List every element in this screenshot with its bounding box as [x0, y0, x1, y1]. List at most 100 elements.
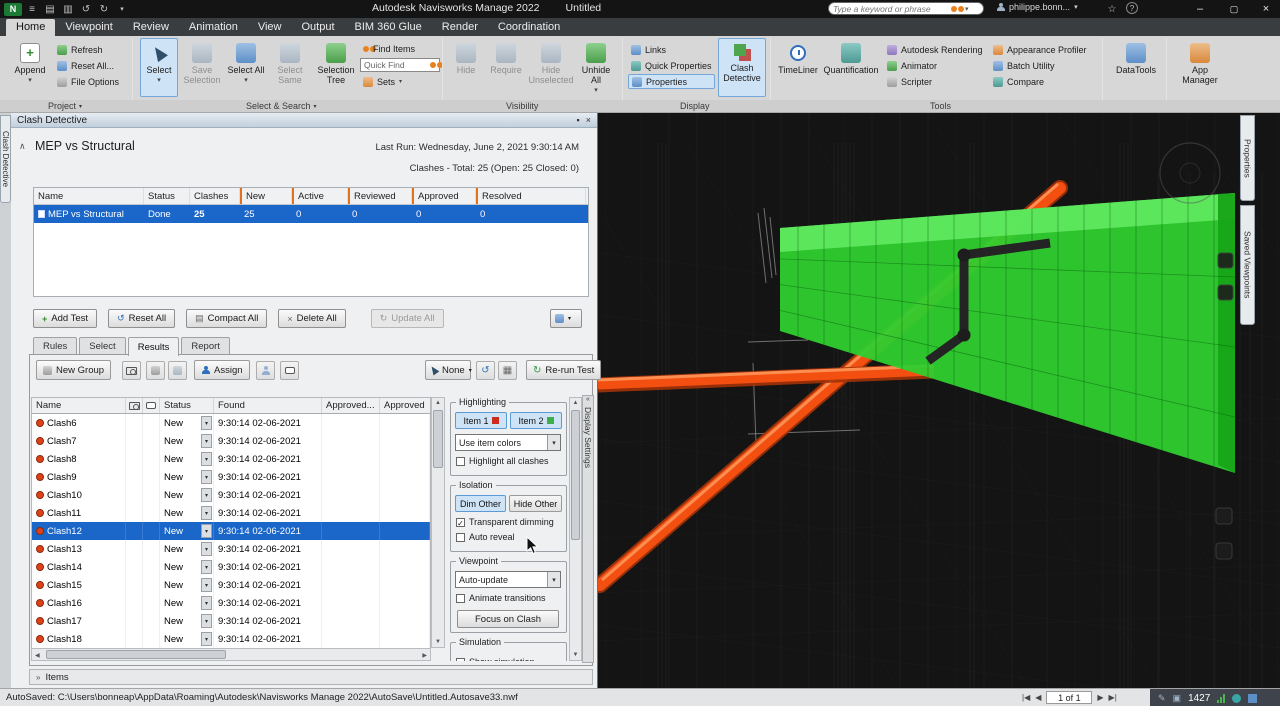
- ribbon-tab-render[interactable]: Render: [432, 19, 488, 36]
- status-dropdown[interactable]: ▾: [201, 560, 212, 574]
- ribbon-tab-animation[interactable]: Animation: [179, 19, 248, 36]
- highlight-item2-toggle[interactable]: Item 2: [510, 412, 562, 429]
- menu-icon[interactable]: ≡: [24, 2, 40, 16]
- clash-tab-select[interactable]: Select: [79, 337, 125, 355]
- clash-detective-button[interactable]: Clash Detective: [718, 38, 766, 97]
- tests-column-status[interactable]: Status: [144, 188, 190, 204]
- auto-reveal-checkbox[interactable]: Auto reveal: [456, 532, 561, 542]
- select-same-button[interactable]: Select Same: [268, 38, 312, 97]
- column-saved-viewpoint-icon[interactable]: [126, 398, 143, 413]
- tests-column-active[interactable]: Active: [292, 188, 348, 204]
- column-found[interactable]: Found: [214, 398, 322, 413]
- links-button[interactable]: Links: [628, 42, 715, 57]
- clash-row-clash8[interactable]: Clash8New▾9:30:14 02-06-2021: [32, 450, 430, 468]
- column-status[interactable]: Status: [160, 398, 214, 413]
- tests-column-approved[interactable]: Approved: [412, 188, 476, 204]
- tests-column-name[interactable]: Name: [34, 188, 144, 204]
- animator-button[interactable]: Animator: [884, 58, 986, 73]
- hide-other-toggle[interactable]: Hide Other: [509, 495, 562, 512]
- nav-prev-button[interactable]: ◀: [1035, 693, 1041, 702]
- explode-group-button[interactable]: [146, 361, 165, 380]
- project-group-label[interactable]: Project▾: [48, 101, 82, 111]
- new-group-button[interactable]: New Group: [36, 360, 111, 380]
- save-selection-button[interactable]: Save Selection: [180, 38, 224, 97]
- viewpoint-mode-select[interactable]: Auto-update▾: [455, 571, 561, 588]
- 3d-viewport[interactable]: [598, 113, 1280, 688]
- ribbon-tab-review[interactable]: Review: [123, 19, 179, 36]
- column-name[interactable]: Name: [32, 398, 126, 413]
- delete-all-button[interactable]: ×Delete All: [278, 309, 345, 328]
- properties-side-tab[interactable]: Properties: [1240, 115, 1255, 201]
- ribbon-tab-output[interactable]: Output: [292, 19, 345, 36]
- panel-pin-icon[interactable]: ▪: [577, 115, 580, 125]
- show-simulation-checkbox[interactable]: ✓Show simulation: [456, 657, 561, 661]
- clash-tab-rules[interactable]: Rules: [33, 337, 77, 355]
- nav-last-button[interactable]: ▶|: [1109, 693, 1117, 702]
- select-all-button[interactable]: Select All ▾: [226, 38, 266, 97]
- quantification-button[interactable]: Quantification: [822, 38, 880, 97]
- clash-row-clash6[interactable]: Clash6New▾9:30:14 02-06-2021: [32, 414, 430, 432]
- select-button[interactable]: Select ▾: [140, 38, 178, 97]
- close-button[interactable]: ×: [1252, 0, 1280, 18]
- clash-row-clash13[interactable]: Clash13New▾9:30:14 02-06-2021: [32, 540, 430, 558]
- status-dropdown[interactable]: ▾: [201, 632, 212, 646]
- filter-none-dropdown[interactable]: None▾: [425, 360, 471, 380]
- compact-all-button[interactable]: ▤Compact All: [186, 309, 267, 328]
- status-dropdown[interactable]: ▾: [201, 542, 212, 556]
- clash-row-clash9[interactable]: Clash9New▾9:30:14 02-06-2021: [32, 468, 430, 486]
- file-options-button[interactable]: File Options: [54, 74, 122, 89]
- select-search-group-label[interactable]: Select & Search▾: [246, 101, 317, 111]
- status-dropdown[interactable]: ▾: [201, 452, 212, 466]
- sets-button[interactable]: Sets▾: [360, 74, 440, 89]
- search-binoculars-icon[interactable]: [951, 6, 957, 12]
- quick-properties-button[interactable]: Quick Properties: [628, 58, 715, 73]
- animate-transitions-checkbox[interactable]: Animate transitions: [456, 593, 561, 603]
- infocenter-search[interactable]: ▾: [828, 2, 984, 15]
- items-bar[interactable]: » Items: [29, 669, 593, 685]
- dim-other-toggle[interactable]: Dim Other: [455, 495, 506, 512]
- search-dropdown-icon[interactable]: ▾: [965, 5, 969, 13]
- clash-row-clash17[interactable]: Clash17New▾9:30:14 02-06-2021: [32, 612, 430, 630]
- column-comments-icon[interactable]: [143, 398, 160, 413]
- clash-row-clash16[interactable]: Clash16New▾9:30:14 02-06-2021: [32, 594, 430, 612]
- status-dropdown[interactable]: ▾: [201, 488, 212, 502]
- quick-access-dropdown-icon[interactable]: ▾: [114, 2, 130, 16]
- highlight-all-checkbox[interactable]: Highlight all clashes: [456, 456, 561, 466]
- status-dropdown[interactable]: ▾: [201, 614, 212, 628]
- open-icon[interactable]: ▤: [42, 2, 58, 16]
- group-camera-button[interactable]: [122, 361, 141, 380]
- unhide-all-button[interactable]: Unhide All ▾: [576, 38, 616, 97]
- require-button[interactable]: Require: [486, 38, 526, 97]
- unassign-button[interactable]: [256, 361, 275, 380]
- clash-tab-results[interactable]: Results: [128, 337, 180, 356]
- saved-viewpoints-side-tab[interactable]: Saved Viewpoints: [1240, 205, 1255, 325]
- reset-all-button[interactable]: Reset All...: [54, 58, 122, 73]
- status-dropdown[interactable]: ▾: [201, 596, 212, 610]
- favorites-star-icon[interactable]: ☆: [1104, 2, 1120, 16]
- app-manager-button[interactable]: App Manager: [1172, 38, 1228, 97]
- status-dropdown[interactable]: ▾: [201, 470, 212, 484]
- tests-column-new[interactable]: New: [240, 188, 292, 204]
- status-dropdown[interactable]: ▾: [201, 416, 212, 430]
- signed-in-user[interactable]: philippe.bonn... ▾: [996, 2, 1078, 12]
- datatools-button[interactable]: DataTools: [1110, 38, 1162, 97]
- ribbon-tab-view[interactable]: View: [248, 19, 292, 36]
- clash-row-clash7[interactable]: Clash7New▾9:30:14 02-06-2021: [32, 432, 430, 450]
- assign-button[interactable]: Assign: [194, 360, 250, 380]
- timeliner-button[interactable]: TimeLiner: [776, 38, 820, 97]
- ribbon-tab-home[interactable]: Home: [6, 19, 55, 36]
- settings-scrollbar[interactable]: ▲ ▼: [569, 397, 582, 661]
- selection-tree-button[interactable]: Selection Tree: [314, 38, 358, 97]
- hide-unselected-button[interactable]: Hide Unselected: [528, 38, 574, 97]
- grid-options-button[interactable]: ▦: [498, 361, 517, 380]
- results-horizontal-scrollbar[interactable]: ◀ ▶: [31, 648, 431, 661]
- help-icon[interactable]: ?: [1126, 2, 1138, 14]
- find-items-button[interactable]: Find Items: [360, 41, 440, 56]
- clash-row-clash10[interactable]: Clash10New▾9:30:14 02-06-2021: [32, 486, 430, 504]
- status-dropdown[interactable]: ▾: [201, 506, 212, 520]
- panel-title-bar[interactable]: Clash Detective ▪ ×: [11, 113, 597, 128]
- maximize-button[interactable]: ▢: [1220, 0, 1248, 18]
- status-dropdown[interactable]: ▾: [201, 524, 212, 538]
- ribbon-tab-coordination[interactable]: Coordination: [488, 19, 570, 36]
- undo-icon[interactable]: ↺: [78, 2, 94, 16]
